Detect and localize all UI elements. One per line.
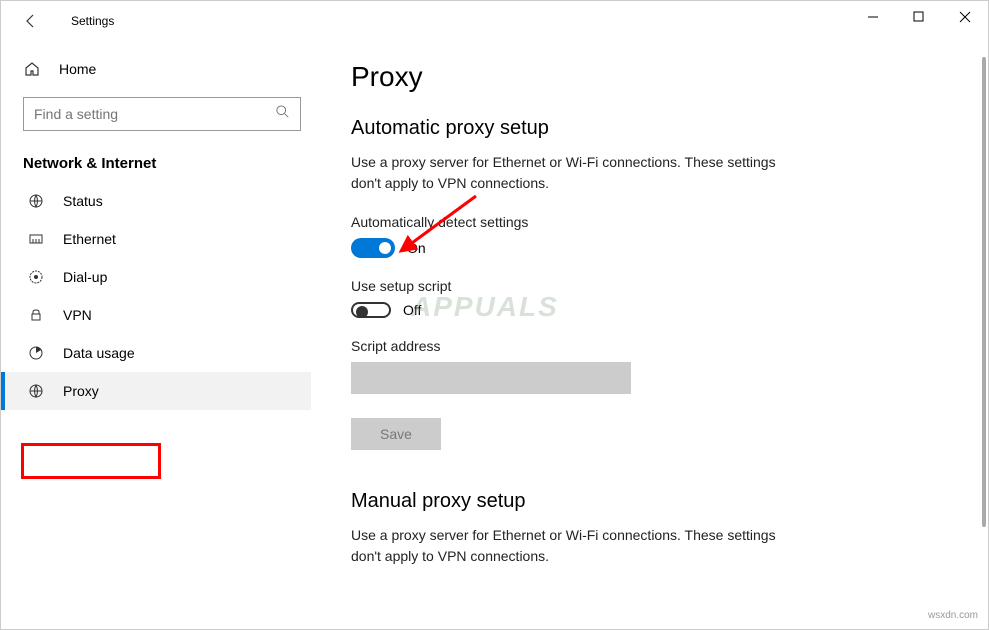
home-icon [23,61,41,77]
sidebar-item-proxy[interactable]: Proxy [1,372,311,410]
save-button[interactable]: Save [351,418,441,450]
sidebar-item-label: VPN [63,307,92,323]
sidebar-item-dialup[interactable]: Dial-up [1,258,311,296]
minimize-icon [867,11,879,23]
sidebar-item-label: Dial-up [63,269,107,285]
back-arrow-icon [23,13,39,29]
close-icon [959,11,971,23]
vpn-icon [27,307,45,323]
sidebar-item-ethernet[interactable]: Ethernet [1,220,311,258]
titlebar: Settings [1,1,988,41]
script-address-label: Script address [351,338,948,354]
setup-script-label: Use setup script [351,278,948,294]
sidebar-item-label: Proxy [63,383,99,399]
setup-script-toggle[interactable] [351,302,391,318]
maximize-button[interactable] [896,1,942,33]
sidebar-group-header: Network & Internet [23,155,301,172]
proxy-icon [27,383,45,399]
auto-section-title: Automatic proxy setup [351,117,948,140]
manual-section-title: Manual proxy setup [351,490,948,513]
script-address-input[interactable] [351,362,631,394]
search-icon [276,105,292,124]
manual-section-desc: Use a proxy server for Ethernet or Wi-Fi… [351,525,801,567]
home-nav-item[interactable]: Home [1,51,311,87]
maximize-icon [913,11,925,23]
minimize-button[interactable] [850,1,896,33]
home-label: Home [59,61,96,77]
sidebar-item-datausage[interactable]: Data usage [1,334,311,372]
sidebar-item-label: Data usage [63,345,135,361]
sidebar: Home Network & Internet Status Ethernet … [1,41,321,629]
sidebar-item-vpn[interactable]: VPN [1,296,311,334]
status-icon [27,193,45,209]
auto-detect-toggle[interactable] [351,238,395,258]
window-title: Settings [71,14,114,28]
setup-script-state: Off [403,302,421,318]
back-button[interactable] [11,1,51,41]
auto-detect-state: On [407,240,426,256]
scrollbar[interactable] [982,57,986,527]
auto-detect-label: Automatically detect settings [351,214,948,230]
sidebar-item-label: Status [63,193,103,209]
main-content: Proxy Automatic proxy setup Use a proxy … [321,41,988,629]
dialup-icon [27,269,45,285]
datausage-icon [27,345,45,361]
auto-section-desc: Use a proxy server for Ethernet or Wi-Fi… [351,152,801,194]
sidebar-item-status[interactable]: Status [1,182,311,220]
sidebar-item-label: Ethernet [63,231,116,247]
window-controls [850,1,988,33]
search-input[interactable] [34,106,276,122]
page-title: Proxy [351,61,948,93]
search-box[interactable] [23,97,301,131]
close-button[interactable] [942,1,988,33]
watermark-corner: wsxdn.com [928,610,978,621]
ethernet-icon [27,231,45,247]
